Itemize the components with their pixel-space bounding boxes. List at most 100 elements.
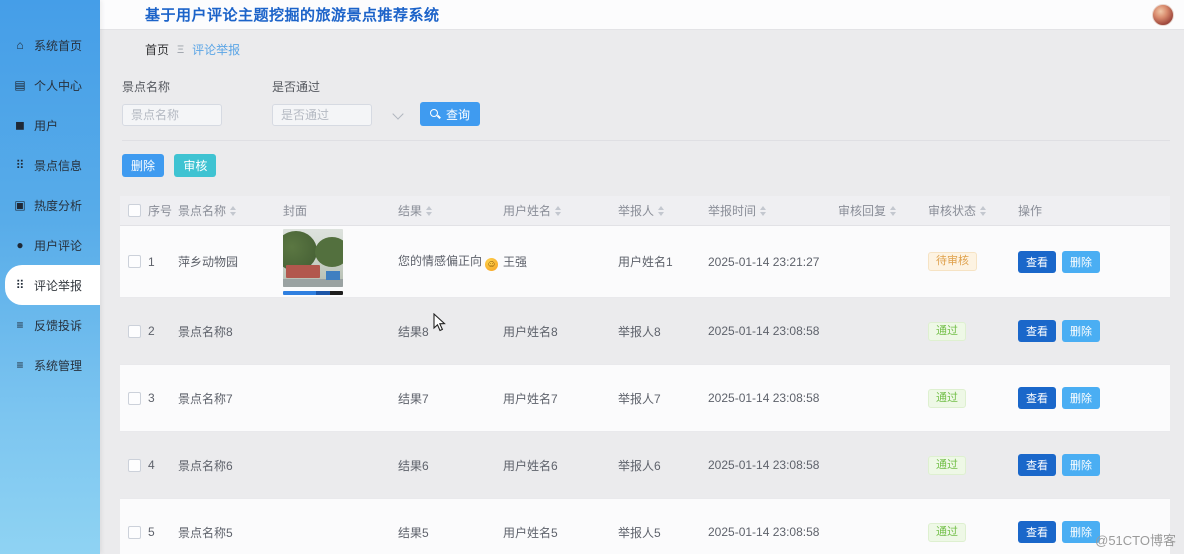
select-all-checkbox[interactable] bbox=[127, 204, 141, 217]
status-badge: 通过 bbox=[928, 388, 966, 408]
cell-audit-status: 通过 bbox=[928, 321, 1018, 341]
sort-asc-icon bbox=[890, 205, 897, 210]
spot-name-label: 景点名称 bbox=[122, 80, 171, 94]
column-header-label: 序号 bbox=[148, 204, 173, 218]
cell-report-time: 2025-01-14 23:21:27 bbox=[708, 254, 820, 269]
delete-button[interactable]: 删除 bbox=[122, 154, 165, 177]
view-button[interactable]: 查看 bbox=[1018, 320, 1056, 342]
row-select-cell bbox=[120, 391, 148, 405]
sort-carets-icon[interactable] bbox=[230, 205, 237, 216]
cell-user-name: 用户姓名5 bbox=[503, 525, 558, 540]
sort-carets-icon[interactable] bbox=[426, 205, 433, 216]
sidebar-item-8[interactable]: ≡ 反馈投诉 bbox=[0, 305, 100, 345]
table-row: 4 景点名称6 结果6 用户姓名6 举报人6 2025-01-14 23:08:58 通过 查… bbox=[120, 432, 1170, 499]
cell-spot-name: 萍乡动物园 bbox=[178, 255, 239, 269]
audit-button[interactable]: 审核 bbox=[174, 154, 217, 177]
sidebar-item-9[interactable]: ≡ 系统管理 bbox=[0, 345, 100, 385]
sort-carets-icon[interactable] bbox=[658, 205, 665, 216]
view-button[interactable]: 查看 bbox=[1018, 250, 1056, 273]
column-header-5: 用户姓名 bbox=[503, 202, 618, 219]
cell-audit-status: 待审核 bbox=[928, 252, 1018, 271]
row-checkbox[interactable] bbox=[127, 525, 141, 539]
sort-asc-icon bbox=[980, 205, 987, 210]
breadcrumb-current: 评论举报 bbox=[192, 43, 241, 57]
cell-user-name: 用户姓名8 bbox=[503, 324, 558, 339]
sidebar-item-5[interactable]: ▣ 热度分析 bbox=[0, 185, 100, 225]
monitor-icon: ▣ bbox=[14, 198, 26, 212]
pass-filter-label: 是否通过 bbox=[272, 80, 321, 94]
cell-actions: 查看 删除 bbox=[1018, 250, 1170, 273]
list-icon: ≡ bbox=[16, 318, 24, 332]
sort-carets-icon[interactable] bbox=[555, 205, 562, 216]
cell-report-time: 2025-01-14 23:08:58 bbox=[708, 324, 820, 338]
comment-icon: ● bbox=[16, 238, 24, 252]
table-row: 1 萍乡动物园 您的情感偏正向 ☺ 王强 用户姓名1 2025-01-14 23:21:27… bbox=[120, 226, 1170, 298]
column-header-8: 审核回复 bbox=[838, 202, 928, 219]
sort-carets-icon[interactable] bbox=[980, 205, 987, 216]
cover-sign-shape bbox=[326, 270, 340, 280]
cell-index: 5 bbox=[148, 525, 155, 539]
column-header-4: 结果 bbox=[398, 202, 503, 219]
cell-spot-name: 景点名称8 bbox=[178, 324, 233, 339]
status-badge: 通过 bbox=[928, 455, 966, 475]
column-header-label: 操作 bbox=[1018, 204, 1043, 218]
sidebar-item-label: 热度分析 bbox=[34, 198, 83, 213]
cell-result: 结果8 bbox=[398, 324, 429, 339]
grid-icon: ⠿ bbox=[15, 158, 25, 172]
row-checkbox[interactable] bbox=[127, 324, 141, 338]
report-table: 序号 景点名称 封面 结果 用户姓名 举报人 举报时间 审核回复 审核状态 操作 1 萍乡动物园 您的情… bbox=[120, 196, 1170, 554]
sort-carets-icon[interactable] bbox=[890, 205, 897, 216]
user-avatar[interactable] bbox=[1152, 3, 1174, 26]
sidebar-item-2[interactable]: ▤ 个人中心 bbox=[0, 65, 100, 105]
row-delete-button[interactable]: 删除 bbox=[1062, 387, 1100, 409]
query-button[interactable]: 查询 bbox=[420, 102, 481, 126]
column-header-label: 举报人 bbox=[618, 204, 655, 218]
row-checkbox[interactable] bbox=[127, 391, 141, 405]
cell-report-time: 2025-01-14 23:08:58 bbox=[708, 458, 820, 472]
sidebar-item-7[interactable]: ⠿ 评论举报 bbox=[5, 265, 100, 305]
row-delete-button[interactable]: 删除 bbox=[1062, 320, 1100, 342]
column-header-label: 用户姓名 bbox=[503, 204, 552, 218]
pass-filter-select[interactable] bbox=[272, 104, 372, 126]
cell-cover bbox=[283, 228, 398, 295]
breadcrumb: 首页 Ξ 评论举报 bbox=[100, 41, 1184, 58]
column-header-2: 景点名称 bbox=[178, 202, 283, 219]
breadcrumb-home[interactable]: 首页 bbox=[145, 41, 169, 58]
sort-carets-icon[interactable] bbox=[760, 205, 767, 216]
view-button[interactable]: 查看 bbox=[1018, 521, 1056, 543]
home-icon: ⌂ bbox=[16, 38, 24, 52]
sort-asc-icon bbox=[760, 205, 767, 210]
column-header-label: 审核状态 bbox=[928, 204, 977, 218]
row-checkbox[interactable] bbox=[127, 458, 141, 472]
column-header-label: 举报时间 bbox=[708, 204, 757, 218]
cover-image[interactable] bbox=[283, 228, 343, 287]
spot-name-input[interactable] bbox=[122, 104, 222, 126]
cell-user-name: 用户姓名6 bbox=[503, 458, 558, 473]
chevron-down-icon[interactable] bbox=[392, 108, 404, 120]
sidebar-item-6[interactable]: ● 用户评论 bbox=[0, 225, 100, 265]
sidebar-item-4[interactable]: ⠿ 景点信息 bbox=[0, 145, 100, 185]
sidebar-item-3[interactable]: ◼ 用户 bbox=[0, 105, 100, 145]
sidebar: ⌂ 系统首页 ▤ 个人中心 ◼ 用户 ⠿ 景点信息 ▣ 热度分析 ● 用户评论 ⠿ 评论举报 ≡ 反馈投诉 ≡ 系… bbox=[0, 0, 100, 554]
row-delete-button[interactable]: 删除 bbox=[1062, 454, 1100, 476]
cell-spot-name: 景点名称6 bbox=[178, 458, 233, 473]
cell-result: 结果7 bbox=[398, 391, 429, 406]
column-header-1: 序号 bbox=[148, 202, 178, 219]
row-checkbox[interactable] bbox=[127, 255, 141, 268]
view-button[interactable]: 查看 bbox=[1018, 387, 1056, 409]
status-badge: 待审核 bbox=[928, 252, 977, 271]
row-delete-button[interactable]: 删除 bbox=[1062, 250, 1100, 273]
row-select-cell bbox=[120, 255, 148, 268]
sidebar-item-1[interactable]: ⌂ 系统首页 bbox=[0, 25, 100, 65]
table-row: 5 景点名称5 结果5 用户姓名5 举报人5 2025-01-14 23:08:58 通过 查… bbox=[120, 499, 1170, 554]
status-badge: 通过 bbox=[928, 522, 966, 542]
sort-asc-icon bbox=[555, 205, 562, 210]
smiley-face-emoji: ☺ bbox=[485, 258, 499, 272]
cell-report-time: 2025-01-14 23:08:58 bbox=[708, 525, 820, 539]
column-header-label: 审核回复 bbox=[838, 204, 887, 218]
cell-reporter: 用户姓名1 bbox=[618, 255, 673, 269]
cell-reporter: 举报人5 bbox=[618, 525, 661, 540]
view-button[interactable]: 查看 bbox=[1018, 454, 1056, 476]
page-title: 基于用户评论主题挖掘的旅游景点推荐系统 bbox=[145, 7, 440, 24]
sort-desc-icon bbox=[980, 211, 987, 216]
